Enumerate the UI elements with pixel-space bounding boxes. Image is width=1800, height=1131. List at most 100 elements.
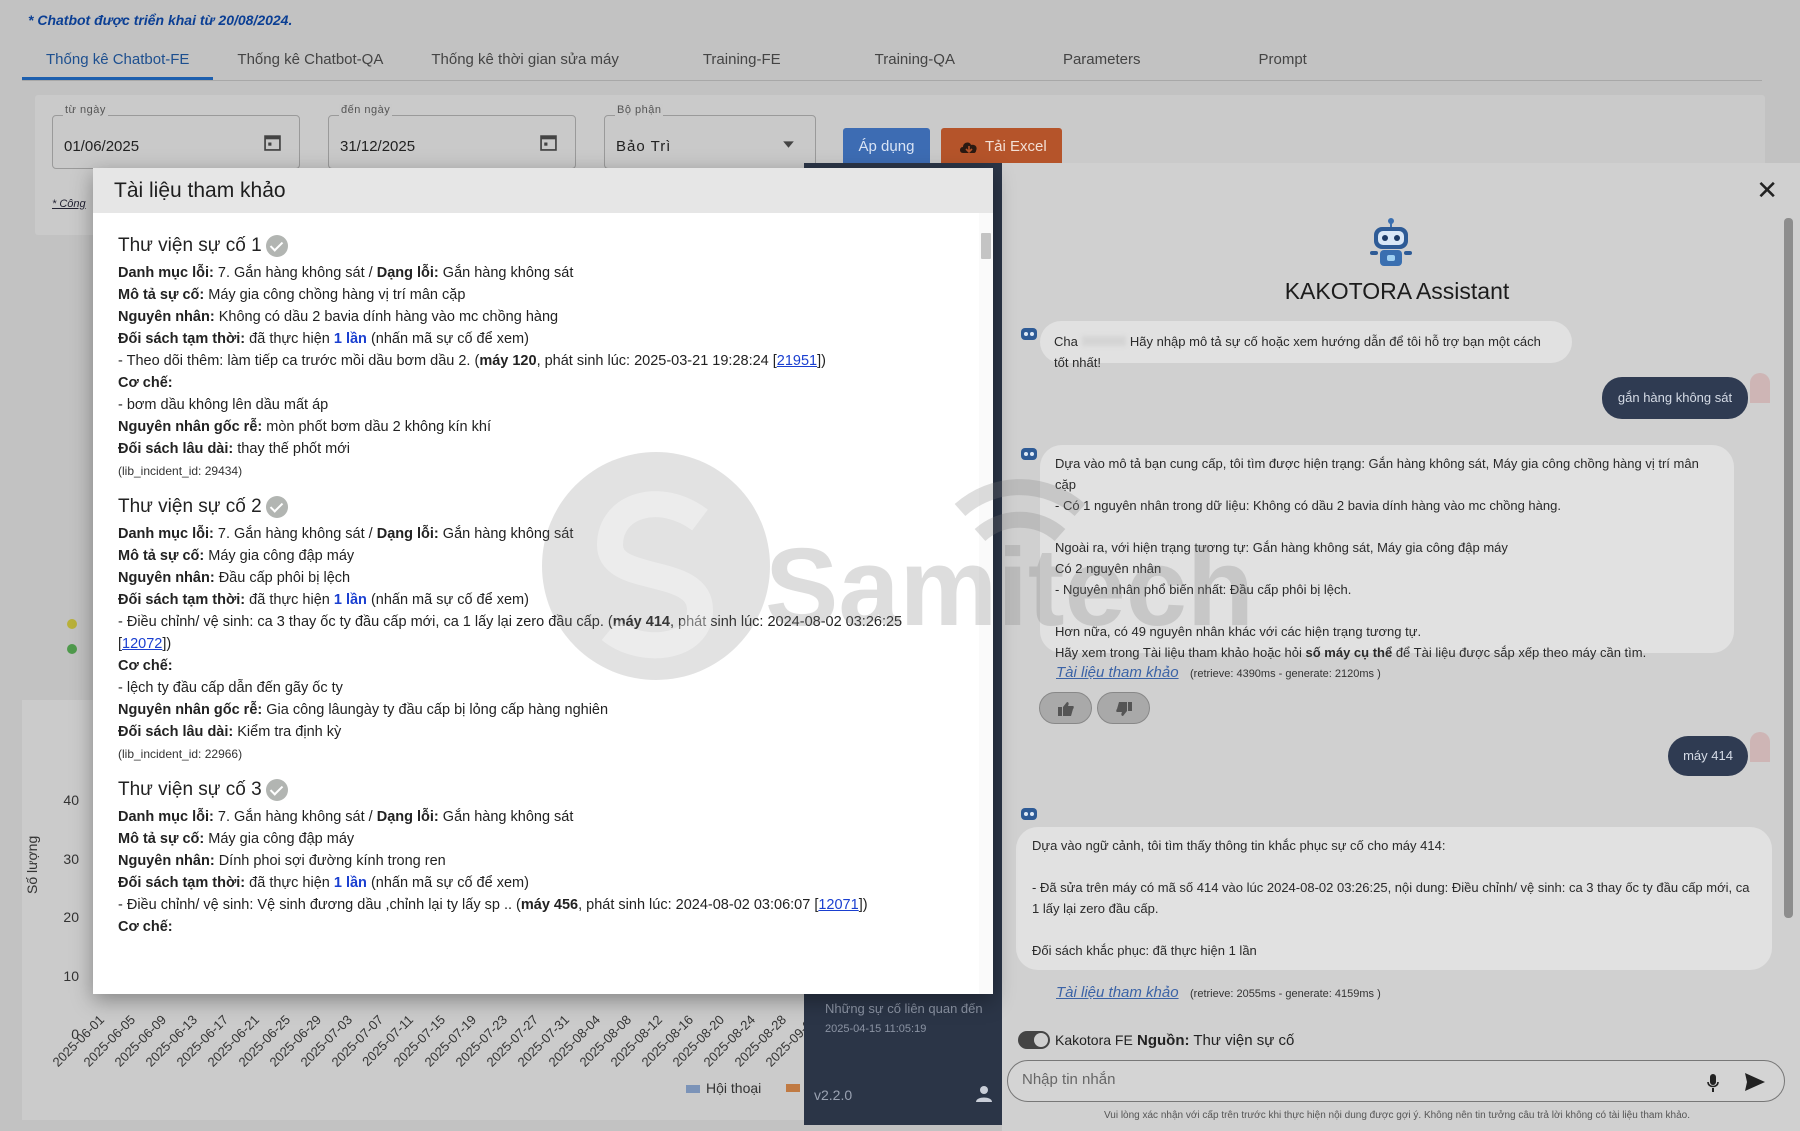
- blurred-name: [1081, 336, 1126, 346]
- microphone-icon[interactable]: [1706, 1073, 1720, 1093]
- incident-title[interactable]: Những sự cố liên quan đến: [825, 1001, 983, 1016]
- field-label: Nguyên nhân:: [118, 309, 215, 325]
- field-value: mòn phốt bơm dầu 2 không kín khí: [266, 419, 491, 435]
- thumbs-down-button[interactable]: [1097, 692, 1150, 724]
- history-text: - Điều chỉnh/ vệ sinh: ca 3 thay ốc ty đ…: [118, 614, 613, 630]
- bot-reply-bubble: Dựa vào mô tả bạn cung cấp, tôi tìm được…: [1040, 445, 1734, 660]
- incident-library-entry: Thư viện sự cố 2 Danh mục lỗi: 7. Gắn hàn…: [118, 496, 953, 765]
- thumbs-up-icon: [1058, 702, 1074, 716]
- cause-line: Nguyên nhân: Không có dầu 2 bavia dính h…: [118, 306, 953, 328]
- history-text: ]): [858, 897, 868, 913]
- calendar-icon[interactable]: [540, 134, 557, 151]
- library-id: (lib_incident_id: 29434): [118, 464, 243, 478]
- scrollbar[interactable]: [1784, 218, 1793, 918]
- tab-repair-time[interactable]: Thống kê thời gian sửa máy: [407, 40, 642, 80]
- apply-button[interactable]: Áp dụng: [843, 128, 930, 166]
- user-avatar: [1750, 373, 1770, 403]
- library-title: Thư viện sự cố 1: [118, 235, 953, 257]
- legend-dot: [67, 619, 77, 629]
- user-icon[interactable]: [975, 1085, 993, 1103]
- library-title-text: Thư viện sự cố 1: [118, 235, 262, 256]
- field-label: Danh mục lỗi:: [118, 809, 214, 825]
- mechanism-line: Cơ chế:: [118, 655, 953, 677]
- greeting-text: Hãy nhập mô tả sự cố hoặc xem hướng dẫn …: [1054, 334, 1541, 370]
- tab-training-qa[interactable]: Training-QA: [851, 40, 979, 80]
- from-date-field[interactable]: từ ngày 01/06/2025: [52, 104, 300, 169]
- library-id: (lib_incident_id: 22966): [118, 747, 243, 761]
- robot-logo-icon: [1370, 218, 1412, 266]
- message-input[interactable]: [1022, 1071, 1662, 1088]
- field-label: Nguyên nhân:: [118, 570, 215, 586]
- kakotora-fe-toggle[interactable]: [1018, 1031, 1050, 1049]
- incident-code-link[interactable]: 21951: [777, 353, 817, 369]
- to-date-field[interactable]: đến ngày 31/12/2025: [328, 104, 576, 169]
- count-value: 1 lần: [333, 875, 367, 891]
- from-date-label: từ ngày: [63, 104, 108, 116]
- tab-chatbot-qa[interactable]: Thống kê Chatbot-QA: [213, 40, 407, 80]
- reply-line: - Đã sửa trên máy có mã số 414 vào lúc 2…: [1032, 880, 1750, 895]
- send-icon[interactable]: [1744, 1072, 1766, 1092]
- tab-chatbot-fe[interactable]: Thống kê Chatbot-FE: [22, 40, 214, 80]
- mechanism-value: - bơm dầu không lên dầu mất áp: [118, 397, 329, 413]
- history-text: ]): [817, 353, 826, 369]
- reply-line: [1032, 919, 1756, 940]
- user-message: gắn hàng không sát: [1602, 377, 1748, 419]
- assistant-title: KAKOTORA Assistant: [1284, 278, 1510, 304]
- y-axis-title: Số lượng: [24, 835, 40, 894]
- bot-greeting-bubble: Cha Hãy nhập mô tả sự cố hoặc xem hướng d…: [1040, 321, 1572, 370]
- from-date-value: 01/06/2025: [64, 138, 140, 155]
- tab-bar: Thống kê Chatbot-FE Thống kê Chatbot-QA …: [22, 40, 1331, 82]
- incident-code-link[interactable]: 12072: [122, 636, 162, 652]
- bot-reply-bubble: Dựa vào ngữ cảnh, tôi tìm thấy thông tin…: [1016, 827, 1772, 970]
- bot-avatar-icon: [1021, 328, 1037, 340]
- mechanism-value: - lệch ty đầu cấp dẫn đến gãy ốc ty: [118, 680, 343, 696]
- tab-training-fe[interactable]: Training-FE: [679, 40, 805, 80]
- version-label: v2.2.0: [814, 1087, 853, 1103]
- description-line: Mô tả sự cố: Máy gia công chồng hàng vị …: [118, 284, 953, 306]
- field-label: Mô tả sự cố:: [118, 548, 205, 564]
- calendar-icon[interactable]: [264, 134, 281, 151]
- bot-avatar-icon: [1021, 808, 1037, 820]
- legend-swatch: [786, 1084, 800, 1092]
- incident-code-link[interactable]: 12071: [818, 897, 858, 913]
- note-link[interactable]: * Công: [52, 198, 86, 210]
- error-category-line: Danh mục lỗi: 7. Gắn hàng không sát / Dạ…: [118, 809, 574, 825]
- field-value: Không có dầu 2 bavia dính hàng vào mc ch…: [218, 309, 559, 325]
- thumbs-up-button[interactable]: [1039, 692, 1092, 724]
- bot-avatar-icon: [1021, 448, 1037, 460]
- mechanism-line: Cơ chế:: [118, 916, 953, 938]
- reply-line: Hãy xem trong Tài liệu tham khảo hoặc hỏ…: [1055, 642, 1719, 663]
- mechanism-line: Cơ chế:: [118, 372, 953, 394]
- greeting-prefix: Cha: [1054, 334, 1078, 349]
- y-tick-label: 10: [63, 967, 79, 984]
- close-icon[interactable]: ✕: [1756, 175, 1778, 206]
- temp-measure-line: Đối sách tạm thời: đã thực hiện 1 lần (n…: [118, 589, 953, 611]
- error-category-line: Danh mục lỗi: 7. Gắn hàng không sát / Dạ…: [118, 526, 574, 542]
- department-select[interactable]: Bộ phận Bảo Trì: [604, 104, 816, 169]
- history-text: - Theo dõi thêm: làm tiếp ca trước mồi d…: [118, 353, 480, 369]
- reply-text: để Tài liệu được sắp xếp theo máy cần tì…: [1392, 645, 1647, 660]
- download-excel-button[interactable]: Tải Excel: [941, 128, 1062, 166]
- modal-scrollbar-thumb[interactable]: [981, 233, 991, 259]
- field-label: Danh mục lỗi:: [118, 526, 214, 542]
- reference-link[interactable]: Tài liệu tham khảo: [1056, 664, 1179, 681]
- history-line: - Điều chỉnh/ vệ sinh: Vệ sinh đương dầu…: [118, 894, 953, 916]
- incident-time: 2025-04-15 11:05:19: [825, 1023, 927, 1035]
- caret-down-icon: [783, 141, 794, 148]
- library-title-text: Thư viện sự cố 3: [118, 779, 262, 800]
- modal-title: Tài liệu tham khảo: [93, 168, 993, 213]
- modal-scroll-track[interactable]: [979, 213, 993, 994]
- source-value: Thư viện sự cố: [1193, 1032, 1295, 1049]
- field-label: Đối sách lâu dài:: [118, 724, 234, 740]
- temp-measure-line: Đối sách tạm thời: đã thực hiện 1 lần (n…: [118, 328, 953, 350]
- message-input-box[interactable]: [1007, 1060, 1785, 1102]
- field-label: Đối sách tạm thời:: [118, 331, 246, 347]
- tab-parameters[interactable]: Parameters: [1039, 40, 1165, 80]
- reference-link[interactable]: Tài liệu tham khảo: [1056, 984, 1179, 1001]
- root-cause-line: Nguyên nhân gốc rễ: Gia công lâungày ty …: [118, 699, 953, 721]
- field-label: Đối sách tạm thời:: [118, 875, 246, 891]
- field-label: Mô tả sự cố:: [118, 287, 205, 303]
- tab-prompt[interactable]: Prompt: [1234, 40, 1330, 80]
- cause-line: Nguyên nhân: Dính phoi sợi đường kính tr…: [118, 850, 953, 872]
- field-value: thay thế phốt mới: [237, 441, 350, 457]
